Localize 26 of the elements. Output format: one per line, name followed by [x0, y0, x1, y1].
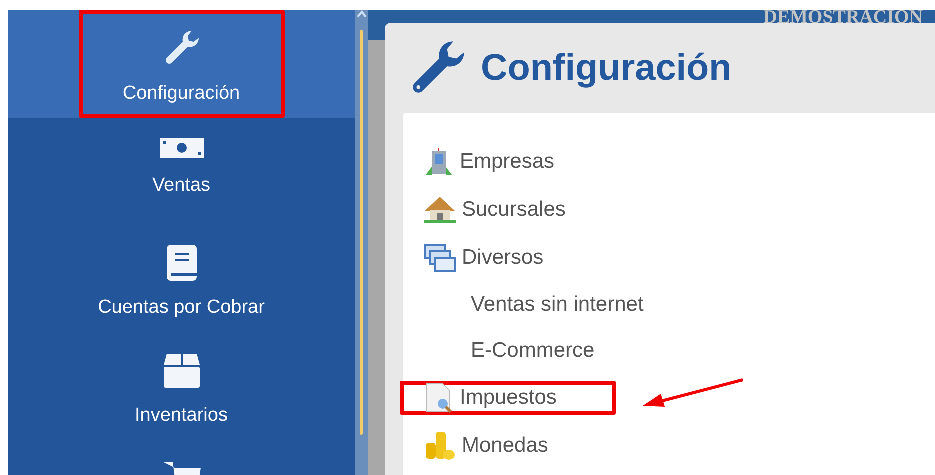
scroll-up-icon: [356, 10, 366, 18]
page-title: Configuración: [481, 46, 732, 90]
sidebar-item[interactable]: Cuentas por Cobrar: [8, 226, 355, 334]
banner-text: DEMOSTRACION: [764, 10, 923, 26]
house-icon: [424, 196, 456, 224]
submenu-link[interactable]: Ventas sin internet: [403, 291, 935, 319]
sidebar-item[interactable]: Ventas: [8, 118, 355, 226]
menu-link[interactable]: Empresas: [460, 146, 555, 178]
building-icon: [424, 148, 454, 176]
windows-icon: [424, 243, 456, 273]
menu-link[interactable]: Sucursales: [462, 194, 566, 226]
sidebar-item[interactable]: Configuración: [8, 10, 355, 118]
banknote-icon: [158, 136, 204, 160]
box-icon: [162, 352, 200, 390]
sidebar-label: Cuentas por Cobrar: [98, 296, 265, 320]
coins-icon: [424, 431, 456, 461]
submenu-link[interactable]: E-Commerce: [403, 337, 935, 365]
sidebar-item[interactable]: Inventarios: [8, 334, 355, 442]
book-icon: [164, 244, 198, 282]
menu-link[interactable]: Diversos: [462, 242, 544, 274]
menu-link[interactable]: Impuestos: [460, 382, 557, 414]
menu-link[interactable]: Monedas: [462, 430, 548, 462]
sidebar-label: Configuración: [122, 82, 240, 106]
document-search-icon: [424, 383, 454, 413]
sidebar-label: Inventarios: [135, 404, 228, 428]
sidebar-label: Ventas: [152, 174, 211, 198]
